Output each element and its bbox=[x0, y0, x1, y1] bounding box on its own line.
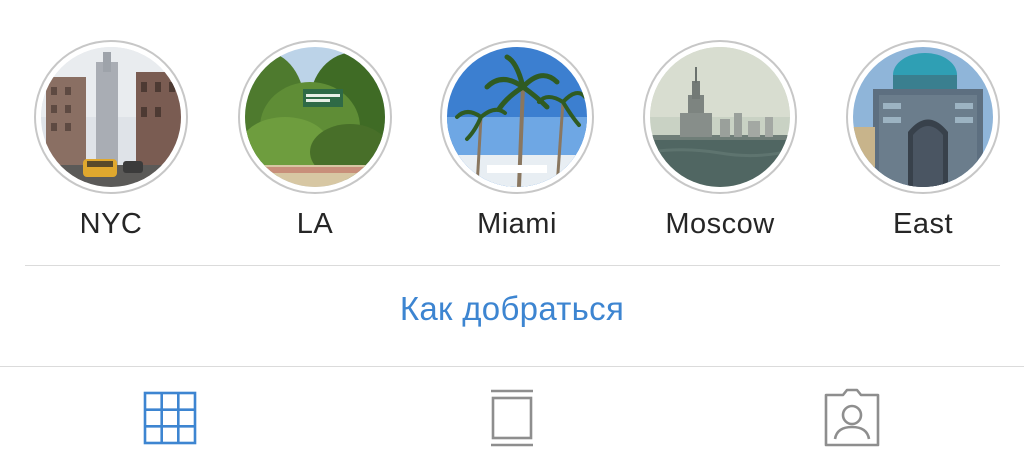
story-highlights: NYC LA Miami Moscow East bbox=[0, 0, 1024, 265]
tab-feed[interactable] bbox=[480, 385, 544, 451]
highlight-ring bbox=[440, 40, 594, 194]
highlight-label: Miami bbox=[477, 208, 557, 240]
highlight-nyc[interactable]: NYC bbox=[31, 40, 191, 241]
moscow-cover-image bbox=[650, 47, 790, 187]
feed-icon bbox=[491, 389, 533, 447]
tagged-icon bbox=[824, 388, 880, 447]
tab-bar-divider bbox=[0, 366, 1024, 367]
highlight-east[interactable]: East bbox=[843, 40, 1003, 241]
nyc-cover-image bbox=[41, 47, 181, 187]
highlight-miami[interactable]: Miami bbox=[437, 40, 597, 241]
grid-icon bbox=[143, 391, 197, 445]
directions-link[interactable]: Как добраться bbox=[0, 290, 1024, 328]
highlight-label: NYC bbox=[79, 208, 143, 240]
east-cover-image bbox=[853, 47, 993, 187]
highlight-la[interactable]: LA bbox=[235, 40, 395, 241]
miami-cover-image bbox=[447, 47, 587, 187]
tab-tagged[interactable] bbox=[820, 385, 884, 451]
highlight-ring bbox=[643, 40, 797, 194]
highlight-moscow[interactable]: Moscow bbox=[640, 40, 800, 241]
highlight-ring bbox=[34, 40, 188, 194]
divider bbox=[25, 265, 1000, 266]
la-cover-image bbox=[245, 47, 385, 187]
highlight-label: LA bbox=[296, 208, 334, 240]
highlight-ring bbox=[238, 40, 392, 194]
highlight-ring bbox=[846, 40, 1000, 194]
tab-grid[interactable] bbox=[138, 385, 202, 451]
highlight-label: Moscow bbox=[665, 208, 775, 240]
highlight-label: East bbox=[892, 208, 954, 240]
